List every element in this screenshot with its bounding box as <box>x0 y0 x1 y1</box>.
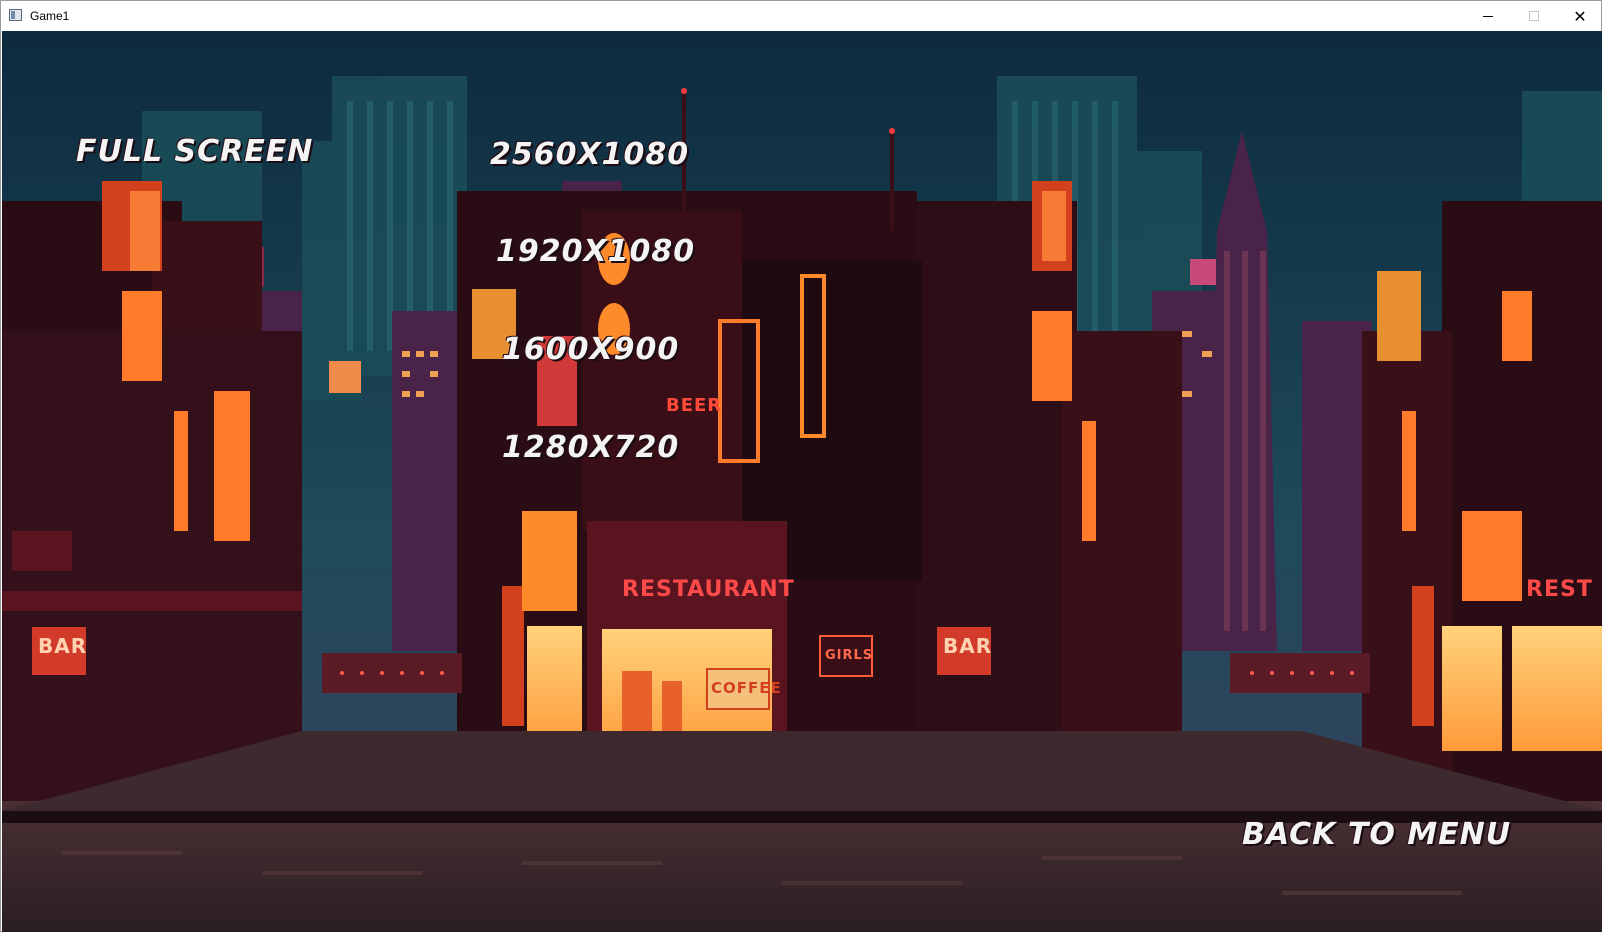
window-title: Game1 <box>30 9 70 23</box>
girls-sign: GIRLS <box>825 648 874 663</box>
fullscreen-option[interactable]: FULL SCREEN <box>76 137 313 167</box>
back-to-menu-button[interactable]: BACK TO MENU <box>1242 820 1511 850</box>
rest-sign-right: REST <box>1526 577 1593 602</box>
app-icon <box>9 9 22 21</box>
coffee-sign: COFFEE <box>711 679 782 697</box>
bar-sign-left: BAR <box>38 634 88 658</box>
close-button[interactable]: ✕ <box>1557 1 1602 31</box>
resolution-option-2560x1080[interactable]: 2560X1080 <box>490 140 689 170</box>
minimize-button[interactable] <box>1465 1 1511 31</box>
bar-sign-right: BAR <box>943 634 993 658</box>
maximize-icon <box>1529 11 1539 21</box>
resolution-option-1920x1080[interactable]: 1920X1080 <box>496 237 695 267</box>
beer-sign: BEER <box>666 395 723 416</box>
resolution-option-1600x900[interactable]: 1600X900 <box>502 335 679 365</box>
resolution-option-1280x720[interactable]: 1280X720 <box>502 433 679 463</box>
game-window: Game1 ✕ BAR BAR BEER RESTAURANT COFFEE G… <box>0 0 1602 932</box>
game-scene: BAR BAR BEER RESTAURANT COFFEE GIRLS RES… <box>2 31 1602 932</box>
maximize-button[interactable] <box>1511 1 1557 31</box>
close-icon: ✕ <box>1573 6 1587 26</box>
restaurant-sign: RESTAURANT <box>622 577 795 602</box>
title-bar: Game1 ✕ <box>1 1 1601 31</box>
minimize-icon <box>1483 15 1493 17</box>
